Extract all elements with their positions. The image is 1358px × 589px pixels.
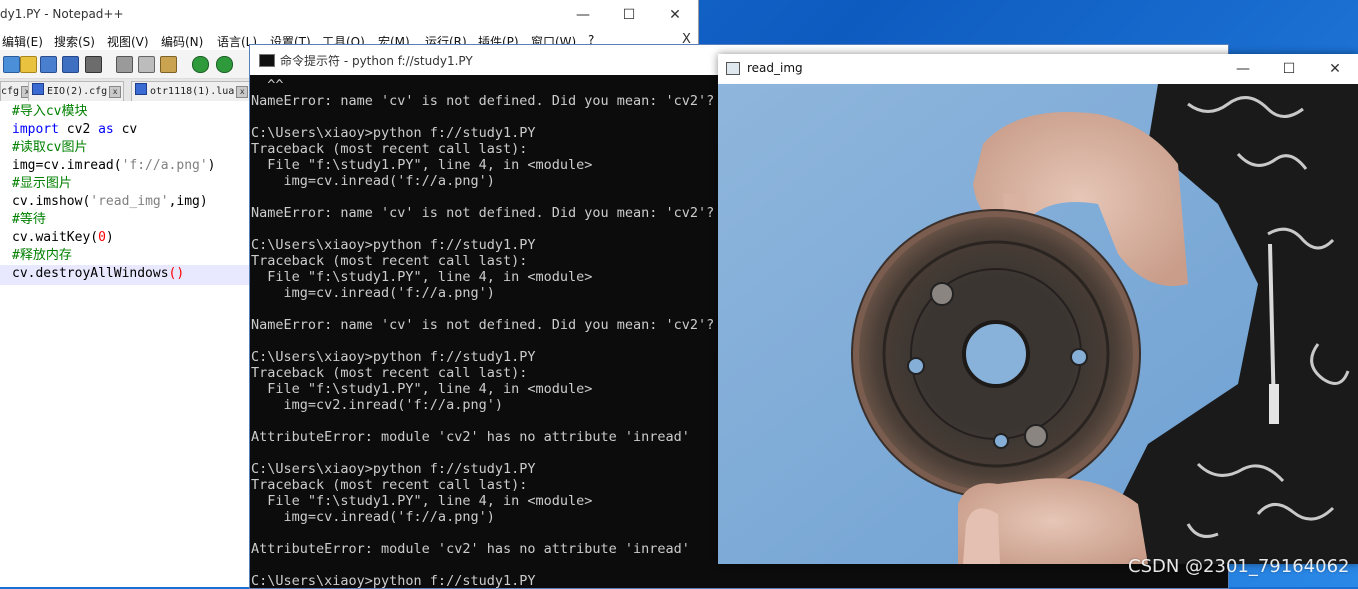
code-line-5: #显示图片 — [12, 176, 72, 191]
console-line: Traceback (most recent call last): — [251, 141, 528, 157]
cmd-console-output[interactable]: ^^ NameError: name 'cv' is not defined. D… — [250, 75, 720, 588]
read-img-window: read_img — ☐ ✕ — [718, 54, 1358, 564]
console-line: C:\Users\xiaoy>python f://study1.PY — [251, 125, 536, 141]
read-img-titlebar[interactable]: read_img — ☐ ✕ — [718, 54, 1358, 84]
tab-file-otr[interactable]: otr1118(1).lua x — [131, 81, 251, 101]
menu-search[interactable]: 搜索(S) — [54, 33, 95, 50]
csdn-watermark: CSDN @2301_79164062 — [1128, 556, 1350, 577]
displayed-image — [718, 84, 1358, 564]
menu-encoding[interactable]: 编码(N) — [161, 33, 203, 50]
menu-edit[interactable]: 编辑(E) — [2, 33, 43, 50]
console-line: File "f:\study1.PY", line 4, in <module> — [251, 493, 593, 509]
minimize-button[interactable]: — — [1220, 54, 1266, 84]
close-button[interactable]: ✕ — [652, 0, 698, 30]
console-line: img=cv.inread('f://a.png') — [251, 173, 495, 189]
save-all-icon[interactable] — [62, 56, 79, 73]
code-line-2: import cv2 as cv — [12, 122, 138, 137]
maximize-button[interactable]: ☐ — [1266, 54, 1312, 84]
code-line-10: cv.destroyAllWindows() — [12, 266, 185, 281]
console-line: Traceback (most recent call last): — [251, 365, 528, 381]
code-line-6: cv.imshow('read_img',img) — [12, 194, 208, 209]
tab-file-eio-label: EIO(2).cfg — [47, 86, 108, 97]
print-icon[interactable] — [85, 56, 102, 73]
console-line: AttributeError: module 'cv2' has no attr… — [251, 541, 690, 557]
console-line: img=cv.inread('f://a.png') — [251, 509, 495, 525]
code-line-1: #导入cv模块 — [12, 104, 88, 119]
code-line-9: #释放内存 — [12, 248, 72, 263]
read-img-title: read_img — [747, 61, 803, 75]
console-line: C:\Users\xiaoy>python f://study1.PY — [251, 349, 536, 365]
console-line: File "f:\study1.PY", line 4, in <module> — [251, 269, 593, 285]
console-line: C:\Users\xiaoy>python f://study1.PY — [251, 461, 536, 477]
save-icon[interactable] — [40, 56, 57, 73]
code-line-7: #等待 — [12, 212, 46, 227]
console-line: NameError: name 'cv' is not defined. Did… — [251, 93, 715, 109]
maximize-button[interactable]: ☐ — [606, 0, 652, 30]
console-line: AttributeError: module 'cv2' has no attr… — [251, 429, 690, 445]
file-icon — [32, 83, 44, 95]
notepadpp-title: dy1.PY - Notepad++ — [0, 7, 124, 21]
copy-icon[interactable] — [138, 56, 155, 73]
console-line: File "f:\study1.PY", line 4, in <module> — [251, 157, 593, 173]
tab-file-eio[interactable]: EIO(2).cfg x — [28, 81, 124, 101]
minimize-button[interactable]: — — [560, 0, 606, 30]
console-line: C:\Users\xiaoy>python f://study1.PY — [251, 237, 536, 253]
menu-view[interactable]: 视图(V) — [107, 33, 149, 50]
tab-file-otr-label: otr1118(1).lua — [150, 86, 235, 97]
cmd-title: 命令提示符 - python f://study1.PY — [280, 54, 473, 68]
console-line: File "f:\study1.PY", line 4, in <module> — [251, 381, 593, 397]
tab-file-cfg-label: cfg — [1, 86, 20, 97]
console-line: Traceback (most recent call last): — [251, 253, 528, 269]
console-line: img=cv.inread('f://a.png') — [251, 285, 495, 301]
new-file-icon[interactable] — [3, 56, 20, 73]
gear-disc-photo — [718, 84, 1358, 564]
undo-icon[interactable] — [192, 56, 209, 73]
paste-icon[interactable] — [160, 56, 177, 73]
redo-icon[interactable] — [216, 56, 233, 73]
close-button[interactable]: ✕ — [1312, 54, 1358, 84]
cut-icon[interactable] — [116, 56, 133, 73]
code-line-4: img=cv.imread('f://a.png') — [12, 158, 216, 173]
open-file-icon[interactable] — [20, 56, 37, 73]
image-window-icon — [726, 62, 740, 75]
console-line: img=cv2.inread('f://a.png') — [251, 397, 503, 413]
close-tab-icon[interactable]: x — [236, 86, 249, 98]
close-tab-icon[interactable]: x — [109, 86, 122, 98]
console-line: C:\Users\xiaoy>python f://study1.PY — [251, 573, 536, 588]
code-line-8: cv.waitKey(0) — [12, 230, 114, 245]
console-line: NameError: name 'cv' is not defined. Did… — [251, 317, 715, 333]
console-line: NameError: name 'cv' is not defined. Did… — [251, 205, 715, 221]
file-icon — [135, 83, 147, 95]
notepadpp-titlebar[interactable]: dy1.PY - Notepad++ — ☐ ✕ — [0, 0, 698, 30]
cmd-icon — [259, 54, 275, 67]
console-line: Traceback (most recent call last): — [251, 477, 528, 493]
code-line-3: #读取cv图片 — [12, 140, 88, 155]
console-line: ^^ — [251, 77, 284, 93]
